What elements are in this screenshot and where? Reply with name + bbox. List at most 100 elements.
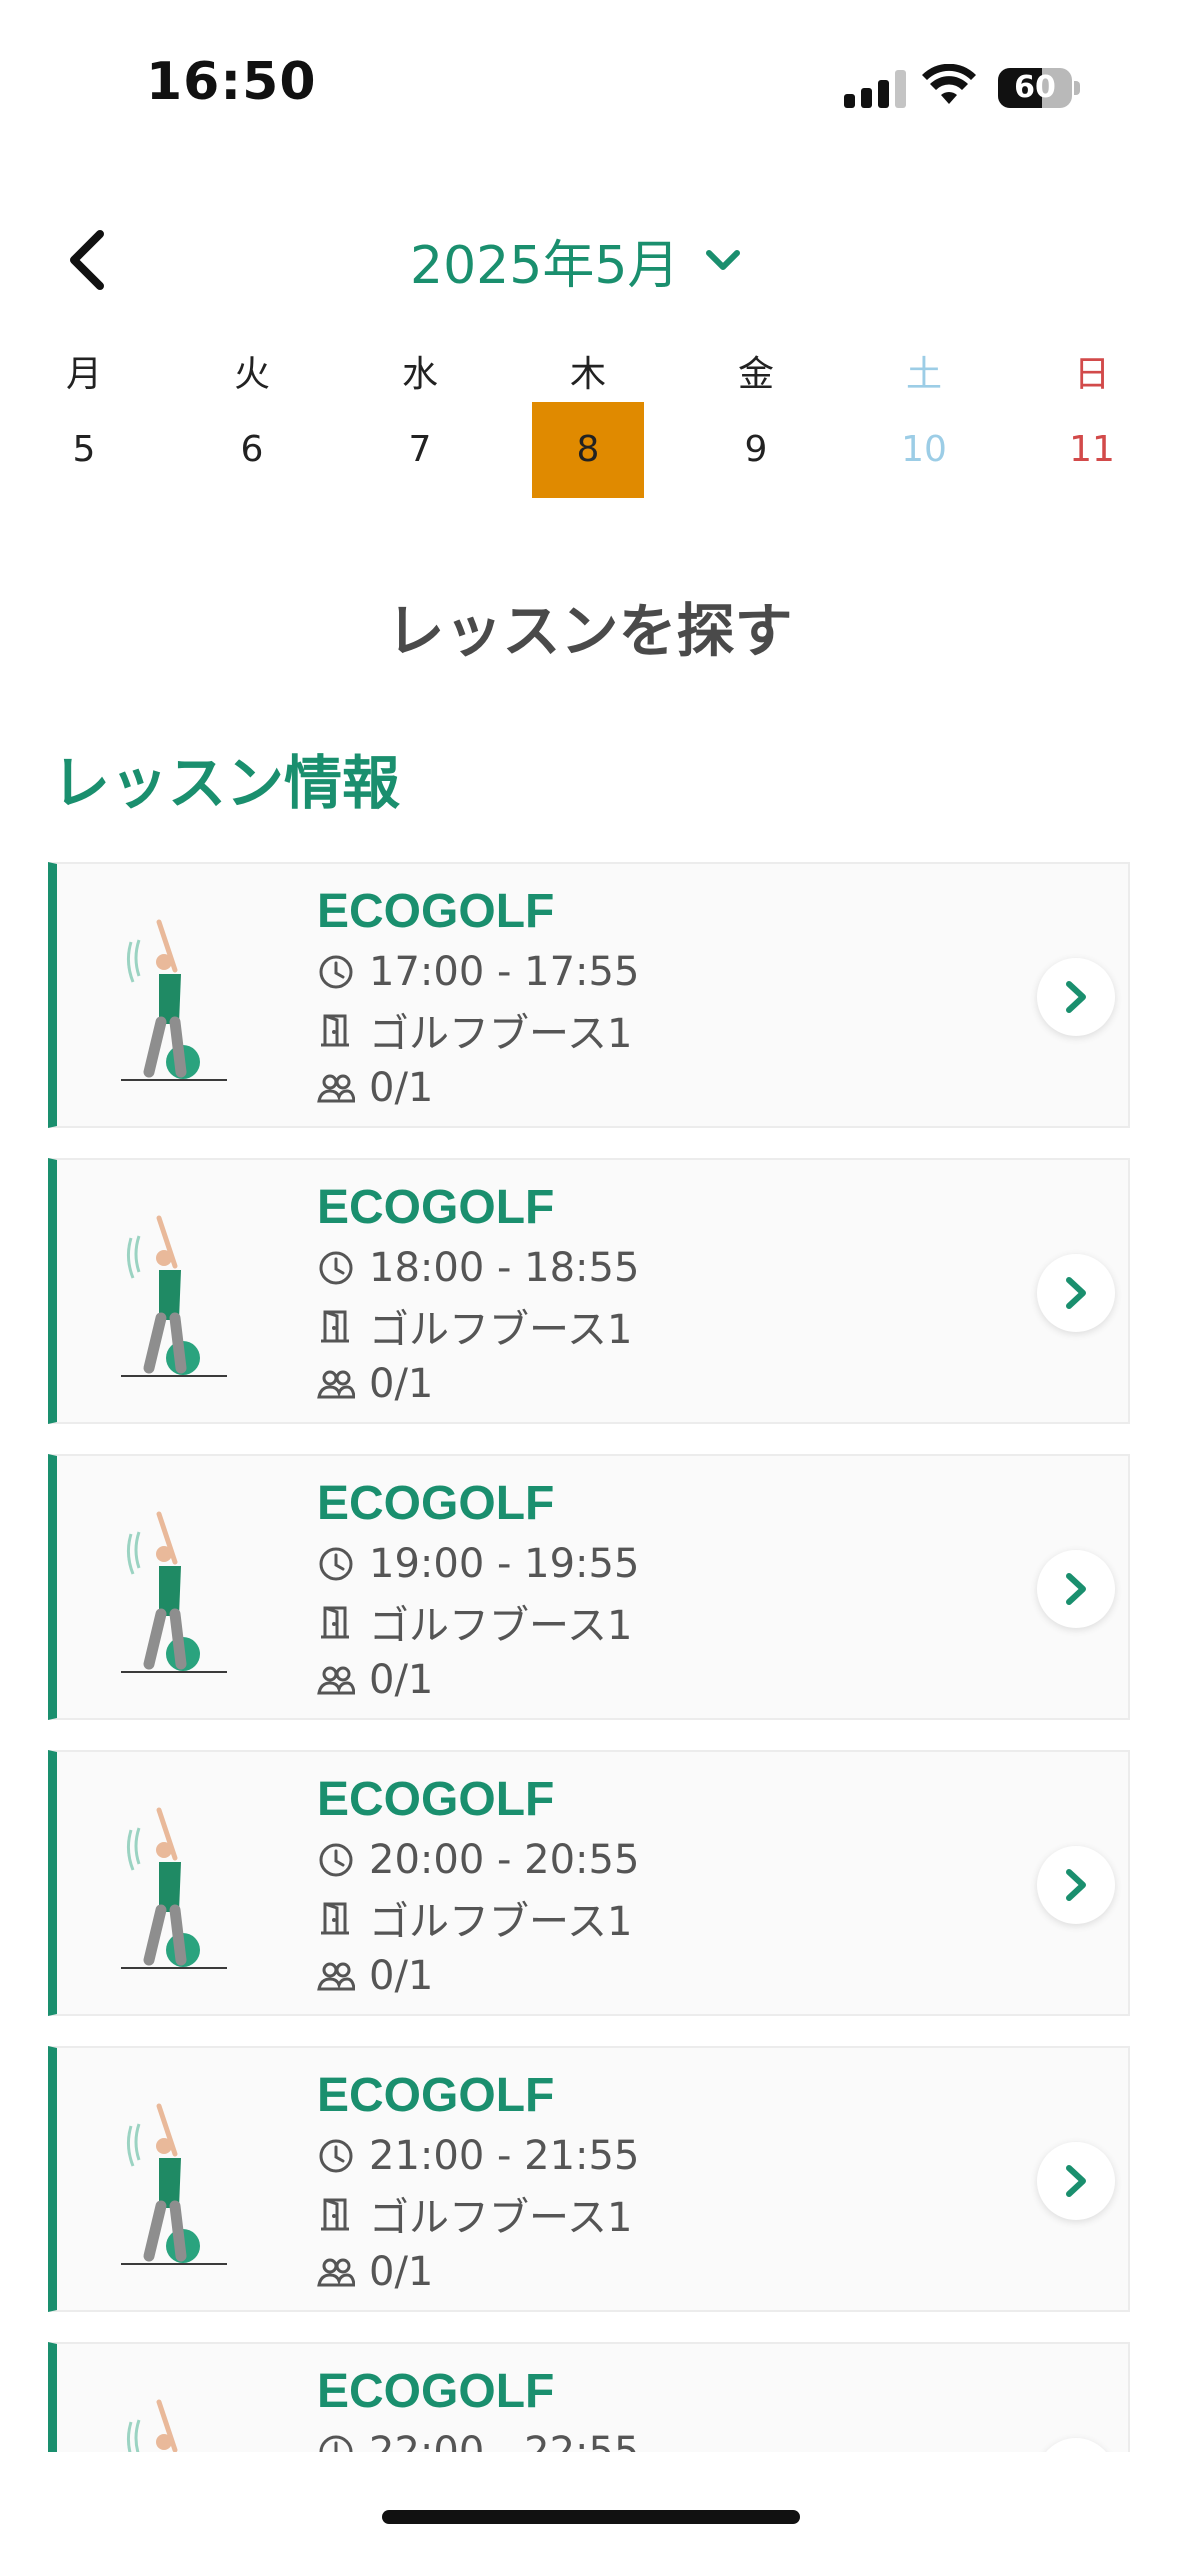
lesson-capacity-row: 0/1 — [317, 1948, 433, 2004]
day-saturday[interactable]: 土 10 — [868, 348, 980, 508]
lesson-room: ゴルフブース1 — [369, 2195, 633, 2241]
lesson-room-row: ゴルフブース1 — [317, 1002, 632, 1058]
clock-icon — [319, 1843, 353, 1877]
lesson-title: ECOGOLF — [317, 885, 555, 938]
chevron-down-icon — [706, 250, 741, 270]
lesson-time: 19:00 - 19:55 — [369, 1541, 640, 1587]
chevron-right-icon — [1066, 1573, 1086, 1605]
day-number: 6 — [240, 429, 264, 470]
status-time: 16:50 — [146, 52, 317, 112]
chevron-right-icon — [1066, 981, 1086, 1013]
clock-icon — [319, 2139, 353, 2173]
lesson-title: ECOGOLF — [317, 2365, 555, 2418]
lesson-title: ECOGOLF — [317, 1773, 555, 1826]
battery-icon: 60 — [998, 68, 1080, 108]
back-button[interactable] — [56, 222, 126, 298]
home-indicator[interactable] — [382, 2510, 800, 2524]
cellular-signal-icon — [844, 70, 908, 108]
lesson-detail-button[interactable] — [1037, 1550, 1115, 1628]
stretching-person-illustration — [126, 2399, 178, 2452]
day-name: 木 — [569, 354, 606, 395]
lesson-capacity-row: 0/1 — [317, 2244, 433, 2300]
people-icon — [317, 1370, 355, 1399]
lesson-time-row: 19:00 - 19:55 — [317, 1536, 639, 1592]
lesson-card[interactable]: ECOGOLF 20:00 - 20:55 ゴルフブース1 0/1 — [48, 1750, 1130, 2016]
lesson-room-row: ゴルフブース1 — [317, 1594, 632, 1650]
day-monday[interactable]: 月 5 — [28, 348, 140, 508]
lesson-capacity: 0/1 — [369, 1065, 434, 1111]
lesson-time-row: 17:00 - 17:55 — [317, 944, 639, 1000]
stretching-person-illustration — [121, 2103, 227, 2265]
status-bar: 16:50 60 — [0, 0, 1179, 150]
month-label: 2025年5月 — [410, 235, 680, 296]
lesson-time-row: 18:00 - 18:55 — [317, 1240, 639, 1296]
stretching-person-illustration — [121, 1215, 227, 1377]
clock-icon — [319, 955, 353, 989]
lesson-card[interactable]: ECOGOLF 19:00 - 19:55 ゴルフブース1 0/1 — [48, 1454, 1130, 1720]
lesson-capacity-row: 0/1 — [317, 1060, 433, 1116]
lesson-room: ゴルフブース1 — [369, 1603, 633, 1649]
lesson-time: 22:00 - 22:55 — [369, 2429, 640, 2452]
day-name: 水 — [401, 354, 438, 395]
day-name: 日 — [1073, 354, 1110, 395]
people-icon — [317, 2258, 355, 2287]
lesson-title: ECOGOLF — [317, 2069, 555, 2122]
lesson-card[interactable]: ECOGOLF 17:00 - 17:55 ゴルフブース1 0/1 — [48, 862, 1130, 1128]
lesson-time-row: 22:00 - 22:55 — [317, 2424, 639, 2452]
lesson-card[interactable]: ECOGOLF 18:00 - 18:55 ゴルフブース1 0/1 — [48, 1158, 1130, 1424]
week-strip: 月 5 火 6 水 7 木 8 金 9 土 10 日 11 — [0, 348, 1179, 508]
day-name: 火 — [233, 354, 270, 395]
day-friday[interactable]: 金 9 — [700, 348, 812, 508]
section-title: レッスン情報 — [52, 749, 401, 817]
day-name: 月 — [65, 354, 102, 395]
lesson-detail-button[interactable] — [1037, 2438, 1115, 2452]
lesson-detail-button[interactable] — [1037, 958, 1115, 1036]
battery-level: 60 — [1014, 70, 1056, 105]
lesson-capacity: 0/1 — [369, 1953, 434, 1999]
day-sunday[interactable]: 日 11 — [1036, 348, 1148, 508]
lesson-room: ゴルフブース1 — [369, 1011, 633, 1057]
day-name: 金 — [737, 354, 774, 395]
day-number: 7 — [408, 429, 432, 470]
lesson-detail-button[interactable] — [1037, 1846, 1115, 1924]
lesson-time: 20:00 - 20:55 — [369, 1837, 640, 1883]
lesson-detail-button[interactable] — [1037, 2142, 1115, 2220]
lesson-card[interactable]: ECOGOLF 22:00 - 22:55 — [48, 2342, 1130, 2452]
lesson-list[interactable]: ECOGOLF 17:00 - 17:55 ゴルフブース1 0/1 ECOGOL… — [48, 862, 1130, 2452]
day-wednesday[interactable]: 水 7 — [364, 348, 476, 508]
day-number: 5 — [72, 429, 96, 470]
lesson-capacity-row: 0/1 — [317, 1652, 433, 1708]
lesson-room-row: ゴルフブース1 — [317, 1298, 632, 1354]
door-icon — [321, 1310, 349, 1343]
stretching-person-illustration — [121, 1511, 227, 1673]
lesson-room-row: ゴルフブース1 — [317, 2186, 632, 2242]
day-thursday-selected[interactable]: 木 8 — [532, 348, 644, 508]
door-icon — [321, 1902, 349, 1935]
lesson-time-row: 21:00 - 21:55 — [317, 2128, 639, 2184]
lesson-card[interactable]: ECOGOLF 21:00 - 21:55 ゴルフブース1 0/1 — [48, 2046, 1130, 2312]
people-icon — [317, 1074, 355, 1103]
day-number: 10 — [901, 429, 947, 470]
page-title: レッスンを探す — [386, 597, 793, 665]
day-number: 9 — [744, 429, 768, 470]
door-icon — [321, 2198, 349, 2231]
chevron-right-icon — [1066, 2165, 1086, 2197]
clock-icon — [319, 1547, 353, 1581]
lesson-title: ECOGOLF — [317, 1181, 555, 1234]
door-icon — [321, 1606, 349, 1639]
lesson-capacity-row: 0/1 — [317, 1356, 433, 1412]
month-selector[interactable]: 2025年5月 — [410, 224, 743, 296]
day-number: 11 — [1069, 429, 1115, 470]
stretching-person-illustration — [121, 1807, 227, 1969]
lesson-time: 18:00 - 18:55 — [369, 1245, 640, 1291]
chevron-right-icon — [1066, 1277, 1086, 1309]
lesson-time: 17:00 - 17:55 — [369, 949, 640, 995]
people-icon — [317, 1962, 355, 1991]
lesson-room-row: ゴルフブース1 — [317, 1890, 632, 1946]
day-tuesday[interactable]: 火 6 — [196, 348, 308, 508]
day-number: 8 — [532, 402, 644, 498]
wifi-icon — [922, 64, 976, 104]
lesson-detail-button[interactable] — [1037, 1254, 1115, 1332]
people-icon — [317, 1666, 355, 1695]
lesson-capacity: 0/1 — [369, 1657, 434, 1703]
